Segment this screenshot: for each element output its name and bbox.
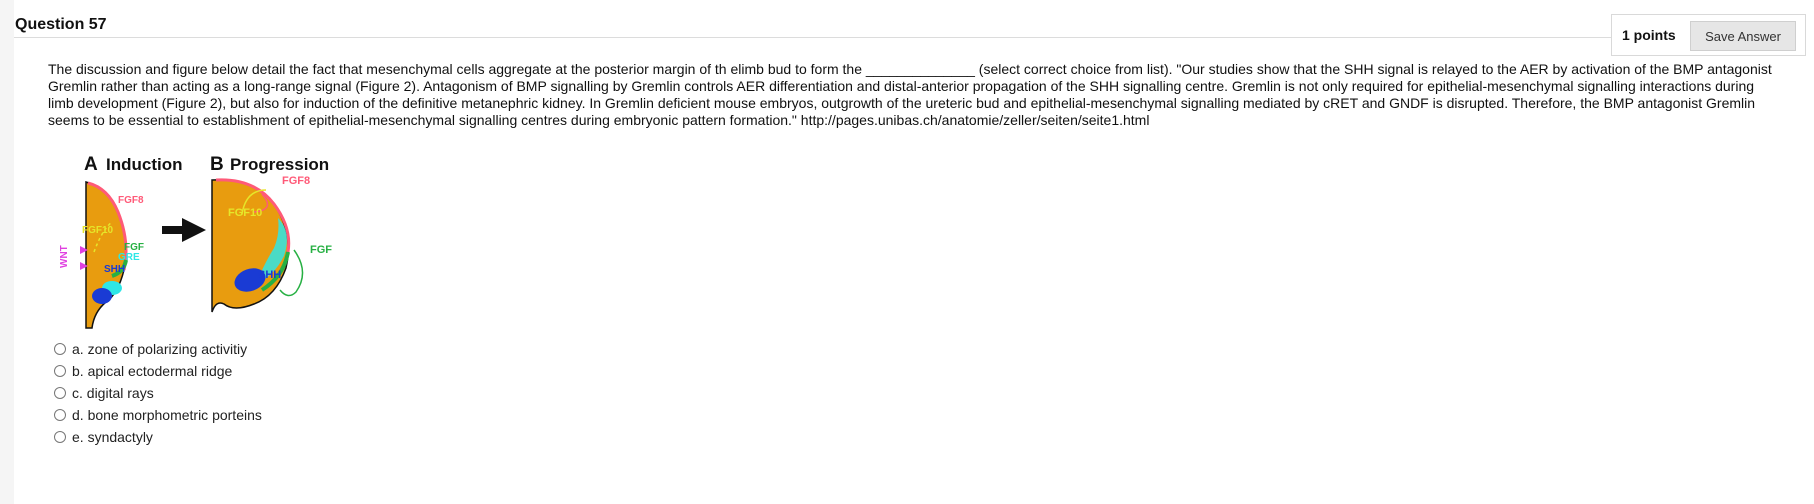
panel-b-shh-label: SHH [258, 269, 281, 281]
choice-a[interactable]: a. zone of polarizing activitiy [54, 338, 262, 360]
choice-b-radio[interactable] [54, 365, 66, 377]
choice-c[interactable]: c. digital rays [54, 382, 262, 404]
panel-b-fgf-label: FGF [310, 244, 332, 256]
choice-e[interactable]: e. syndactyly [54, 426, 262, 448]
panel-a-title: Induction [106, 155, 182, 174]
panel-b-fgf8-label: FGF8 [282, 175, 310, 187]
choice-c-label[interactable]: c. digital rays [72, 385, 154, 401]
choice-d-label[interactable]: d. bone morphometric porteins [72, 407, 262, 423]
panel-a-letter: A [84, 154, 98, 175]
choice-a-label[interactable]: a. zone of polarizing activitiy [72, 341, 247, 357]
points-box: 1 points Save Answer [1611, 14, 1806, 56]
choice-a-radio[interactable] [54, 343, 66, 355]
choice-e-radio[interactable] [54, 431, 66, 443]
choice-e-label[interactable]: e. syndactyly [72, 429, 153, 445]
question-panel: Question 57 1 points Save Answer The dis… [14, 0, 1814, 504]
panel-b-letter: B [210, 154, 224, 175]
progression-arrow [162, 218, 206, 242]
panel-b-fgf10-label: FGF10 [228, 207, 262, 219]
wnt-label: WNT [59, 245, 70, 268]
panel-a-gre-label: GRE [118, 252, 140, 263]
question-prompt: The discussion and figure below detail t… [48, 61, 1772, 128]
panel-a-fgf8-label: FGF8 [118, 195, 144, 206]
title-divider [14, 37, 1614, 38]
choice-c-radio[interactable] [54, 387, 66, 399]
save-answer-button[interactable]: Save Answer [1690, 21, 1796, 51]
limb-bud-figure: A Induction WNT FGF8 FGF10 FGF GRE SHH B… [59, 154, 332, 329]
question-title: Question 57 [15, 16, 107, 33]
panel-a-fgf10-label: FGF10 [82, 225, 114, 236]
choice-b-label[interactable]: b. apical ectodermal ridge [72, 363, 232, 379]
panel-b-title: Progression [230, 155, 329, 174]
choice-d[interactable]: d. bone morphometric porteins [54, 404, 262, 426]
panel-a-shh-zone [92, 288, 112, 304]
choice-b[interactable]: b. apical ectodermal ridge [54, 360, 262, 382]
answer-choices: a. zone of polarizing activitiy b. apica… [54, 338, 262, 448]
points-label: 1 points [1622, 27, 1676, 43]
choice-d-radio[interactable] [54, 409, 66, 421]
panel-a-shh-label: SHH [104, 264, 125, 275]
